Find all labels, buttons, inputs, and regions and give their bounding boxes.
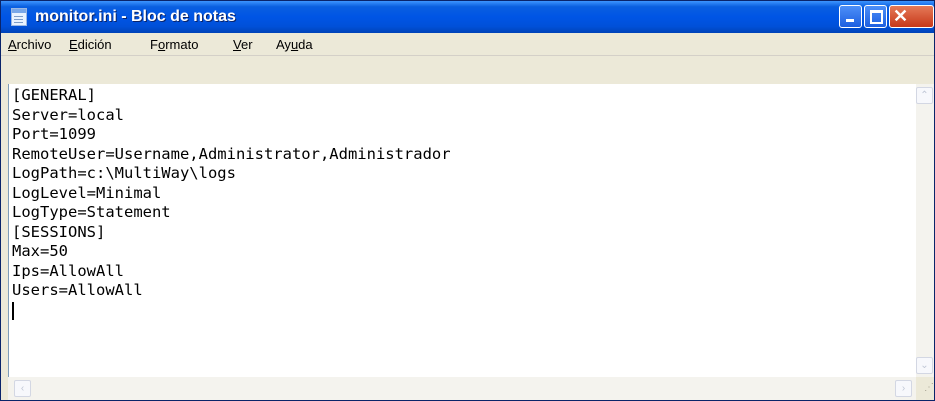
text-line: [GENERAL] [12, 86, 96, 104]
text-line: Ips=AllowAll [12, 261, 124, 280]
text-line: LogType=Statement [12, 203, 171, 221]
close-icon: ✕ [892, 6, 909, 26]
resize-grip[interactable]: ⋰ [916, 377, 934, 400]
text-line: Users=AllowAll [12, 281, 143, 299]
minimize-button[interactable] [839, 5, 862, 28]
menu-formato[interactable]: Formato [150, 37, 198, 52]
menu-ayuda[interactable]: Ayuda [276, 37, 313, 52]
chevron-left-icon: ‹ [20, 383, 25, 394]
maximize-icon [870, 10, 883, 24]
maximize-button[interactable] [864, 5, 887, 28]
chevron-up-icon: ⌃ [920, 90, 929, 101]
scroll-up-button[interactable]: ⌃ [916, 87, 933, 104]
vertical-scrollbar[interactable]: ⌃ ⌄ [916, 84, 934, 377]
horizontal-scrollbar[interactable]: ‹ › [8, 377, 916, 400]
scroll-right-button[interactable]: › [895, 380, 912, 397]
text-line: RemoteUser=Username,Administrator,Admini… [12, 144, 451, 163]
menu-bar: Archivo Edición Formato Ver Ayuda [1, 34, 934, 56]
resize-grip-icon: ⋰ [924, 382, 934, 393]
text-line: [SESSIONS] [12, 222, 106, 241]
chevron-right-icon: › [901, 383, 906, 394]
scroll-down-button[interactable]: ⌄ [916, 357, 933, 374]
notepad-icon[interactable] [11, 8, 27, 26]
text-content[interactable]: [GENERAL] Server=local Port=1099 RemoteU… [12, 86, 451, 301]
chevron-down-icon: ⌄ [920, 360, 929, 371]
text-line: LogLevel=Minimal [12, 183, 162, 202]
text-line: LogPath=c:\MultiWay\logs [12, 164, 236, 182]
notepad-window: monitor.ini - Bloc de notas ✕ Archivo Ed… [0, 0, 935, 401]
window-title: monitor.ini - Bloc de notas [35, 8, 236, 25]
menu-ver[interactable]: Ver [233, 37, 253, 52]
scroll-left-button[interactable]: ‹ [14, 380, 31, 397]
text-line: Server=local [12, 105, 124, 124]
text-line: Port=1099 [12, 125, 96, 143]
menu-edicion[interactable]: Edición [69, 37, 112, 52]
text-line: Max=50 [12, 242, 68, 260]
close-button[interactable]: ✕ [889, 5, 934, 28]
text-caret [12, 302, 14, 320]
minimize-icon [846, 19, 854, 22]
menu-archivo[interactable]: Archivo [8, 37, 51, 52]
title-bar[interactable]: monitor.ini - Bloc de notas ✕ [1, 1, 934, 33]
